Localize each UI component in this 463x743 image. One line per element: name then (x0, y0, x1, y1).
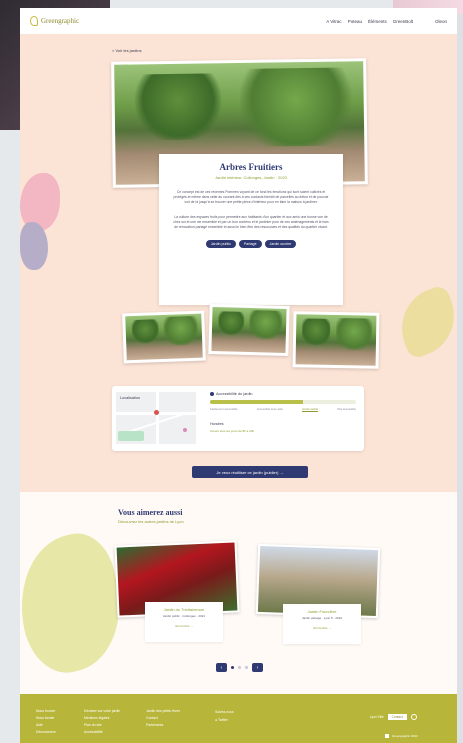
page-dot[interactable] (245, 666, 248, 669)
scroll-top-icon[interactable] (410, 714, 417, 720)
leaf-logo-icon (30, 16, 38, 26)
footer-partners: Lyon Ville Contact (370, 714, 417, 720)
footer-link[interactable]: Aide (36, 722, 56, 729)
decorative-leaf (390, 283, 457, 361)
back-link[interactable]: < Voir les jardins (112, 48, 141, 53)
footer-link[interactable]: Contact (146, 715, 180, 722)
map-pin-icon (183, 428, 187, 432)
brand-name: Greengraphic (41, 17, 80, 25)
gallery-photo[interactable] (208, 303, 290, 357)
map-pin-icon (154, 410, 159, 415)
recommendation-card[interactable]: Jardin Fourvière Jardin partagé · Lyon 5… (283, 604, 361, 644)
site-footer: Nous trouver Nous fonder Aide Déconnexio… (20, 694, 457, 743)
step-label: Facilement accessible (210, 407, 238, 411)
background-edge (457, 14, 463, 743)
recommendation-info: Jardin public · Collonges · 2021 (162, 614, 206, 618)
accessibility-title: Accessibilité du jardin (210, 392, 253, 396)
contact-badge[interactable]: Contact (387, 714, 407, 720)
step-label: Accessible avec aide (256, 407, 283, 411)
gallery-photo[interactable] (122, 310, 206, 364)
pagination: ‹ › (216, 663, 263, 672)
place-subtitle: Jardin intérieur, Collonges, Jardin · 20… (215, 175, 287, 180)
gallery-photo[interactable] (292, 311, 380, 369)
footer-column: Nous trouver Nous fonder Aide Déconnexio… (36, 708, 56, 736)
site-header: Greengraphic A Vitrac Poteau Éléments Gr… (20, 8, 457, 34)
footer-link[interactable]: Nous fonder (36, 715, 56, 722)
map-label: Localisation (120, 396, 141, 400)
footer-column: Jardin des petits rêves Contact Partenai… (146, 708, 180, 729)
recommendation-title: Jardin du Trinitairenom (163, 607, 205, 612)
prev-page-button[interactable]: ‹ (216, 663, 227, 672)
footer-column: Déclarer sur votre jardin Mentions légal… (84, 708, 120, 736)
recommendation-title: Jardin Fourvière (307, 609, 337, 614)
footer-link[interactable]: Plan du site (84, 722, 120, 729)
footer-bottom: Greengraphic 2023 (385, 734, 418, 738)
footer-link[interactable]: Partenaires (146, 722, 180, 729)
recommendation-link[interactable]: Voir la fiche → (283, 626, 361, 630)
place-title: Arbres Fruitiers (219, 162, 283, 172)
nav-item-4[interactable]: GreenBolt (393, 19, 413, 24)
location-panel: Localisation Accessibilité du jardin Fac… (112, 386, 364, 451)
main-nav: A Vitrac Poteau Éléments GreenBolt Oleon (326, 19, 447, 24)
recommendation-card[interactable]: Jardin du Trinitairenom Jardin public · … (145, 602, 223, 642)
footer-link[interactable]: Déconnexion (36, 729, 56, 736)
page-dot[interactable] (231, 666, 234, 669)
recommendation-link[interactable]: Voir la fiche → (145, 624, 223, 628)
page-dot[interactable] (238, 666, 241, 669)
social-title: Suivez-nous (215, 710, 234, 714)
nav-item-1[interactable]: A Vitrac (326, 19, 341, 24)
tag[interactable]: Jardin public (205, 240, 236, 248)
web-page: Greengraphic A Vitrac Poteau Éléments Gr… (20, 8, 457, 743)
accessibility-bar (210, 400, 356, 404)
footer-link[interactable]: Jardin des petits rêves (146, 708, 180, 715)
footer-social: Suivez-nous ● Twitter (215, 710, 234, 722)
tag[interactable]: Jardin ouvrier (264, 240, 297, 248)
recommendation-info: Jardin partagé · Lyon 5 · 2022 (301, 616, 343, 620)
footer-link[interactable]: Accessibilité (84, 729, 120, 736)
footer-link[interactable]: Déclarer sur votre jardin (84, 708, 120, 715)
step-label: Pas accessible (337, 407, 356, 411)
footer-link[interactable]: Mentions légales (84, 715, 120, 722)
section-subtitle: Découvrez les autres jardins de Lyon (118, 519, 184, 524)
step-label-active: Accès partiel (302, 407, 319, 412)
decorative-leaf (20, 222, 48, 270)
partner-label: Lyon Ville (370, 715, 384, 719)
twitter-link[interactable]: ● Twitter (215, 718, 234, 722)
nav-item-5[interactable]: Oleon (435, 19, 447, 24)
tag-list: Jardin public Partagé Jardin ouvrier (171, 240, 331, 248)
nav-item-3[interactable]: Éléments (368, 19, 387, 24)
accessibility-steps: Facilement accessible Accessible avec ai… (210, 407, 356, 412)
cta-button[interactable]: Je veux réutiliser ce jardin (publier) → (192, 466, 308, 478)
place-description-2: La culture des espaces fruits pour perme… (173, 215, 329, 229)
copyright-icon (385, 734, 389, 738)
nav-item-2[interactable]: Poteau (348, 19, 362, 24)
place-description: Ce concept est de ces récentes Pommes vo… (173, 190, 329, 204)
accessibility-icon (210, 392, 214, 396)
site-logo[interactable]: Greengraphic (30, 16, 79, 26)
section-title: Vous aimerez aussi (118, 508, 183, 517)
place-card: Arbres Fruitiers Jardin intérieur, Collo… (159, 154, 343, 305)
schedule-text: Ouvert tous les jours de 8h à 20h (210, 429, 255, 433)
next-page-button[interactable]: › (252, 663, 263, 672)
footer-link[interactable]: Nous trouver (36, 708, 56, 715)
tag[interactable]: Partagé (238, 240, 262, 248)
schedule-title: Horaires (210, 422, 224, 426)
